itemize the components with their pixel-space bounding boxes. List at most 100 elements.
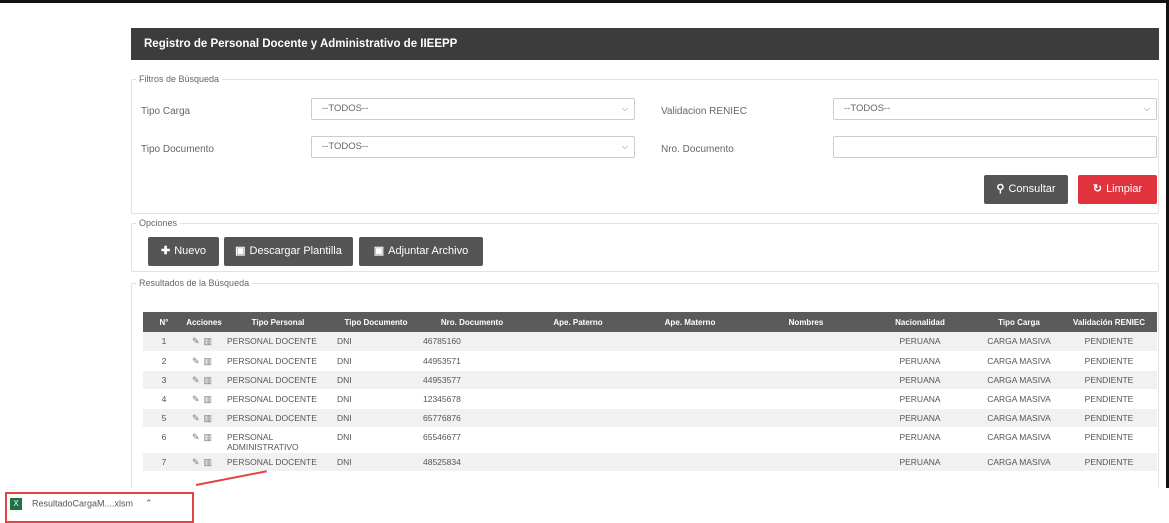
table-cell-paterno bbox=[525, 370, 631, 390]
page-title: Registro de Personal Docente y Administr… bbox=[131, 28, 1159, 60]
actions-cell: ✎▥ bbox=[185, 408, 223, 428]
table-cell-materno bbox=[631, 389, 749, 409]
column-header[interactable]: Nro. Documento bbox=[419, 312, 525, 332]
limpiar-button[interactable]: ↻ Limpiar bbox=[1078, 175, 1157, 204]
trash-icon[interactable]: ▥ bbox=[204, 432, 217, 442]
pencil-icon[interactable]: ✎ bbox=[192, 356, 204, 366]
table-cell-paterno bbox=[525, 452, 631, 472]
pencil-icon[interactable]: ✎ bbox=[192, 457, 204, 467]
column-header[interactable]: Tipo Personal bbox=[223, 312, 333, 332]
main-card: Registro de Personal Docente y Administr… bbox=[131, 28, 1159, 488]
file-icon: ▣ bbox=[373, 245, 385, 257]
tipo-documento-value: --TODOS-- bbox=[322, 141, 369, 152]
table-cell-paterno bbox=[525, 351, 631, 371]
adjuntar-label: Adjuntar Archivo bbox=[388, 245, 469, 257]
limpiar-label: Limpiar bbox=[1106, 183, 1143, 195]
pencil-icon[interactable]: ✎ bbox=[192, 375, 204, 385]
table-cell-tipo-personal: PERSONAL DOCENTE bbox=[223, 408, 333, 428]
column-header[interactable]: Validación RENIEC bbox=[1061, 312, 1157, 332]
nuevo-button[interactable]: ✚ Nuevo bbox=[148, 237, 219, 266]
descargar-plantilla-button[interactable]: ▣ Descargar Plantilla bbox=[224, 237, 353, 266]
tipo-documento-select[interactable]: --TODOS-- ⌵ bbox=[311, 136, 635, 158]
trash-icon[interactable]: ▥ bbox=[204, 413, 217, 423]
column-header[interactable]: Acciones bbox=[185, 312, 223, 332]
column-header[interactable]: Ape. Materno bbox=[631, 312, 749, 332]
results-table: N° Acciones Tipo Personal Tipo Documento… bbox=[143, 312, 1157, 472]
table-cell-n: 2 bbox=[143, 351, 185, 371]
trash-icon[interactable]: ▥ bbox=[204, 356, 217, 366]
actions-cell: ✎▥ bbox=[185, 332, 223, 352]
table-cell-nacionalidad: PERUANA bbox=[863, 408, 977, 428]
column-header[interactable]: Tipo Carga bbox=[977, 312, 1061, 332]
table-cell-nacionalidad: PERUANA bbox=[863, 389, 977, 409]
table-cell-tipo-carga: CARGA MASIVA bbox=[977, 427, 1061, 453]
table-cell-materno bbox=[631, 332, 749, 352]
table-cell-nombres bbox=[749, 370, 863, 390]
table-row: 6 ✎▥ PERSONAL ADMINISTRATIVO DNI 65546677 PER… bbox=[143, 427, 1157, 453]
table-cell-tipo-documento: DNI bbox=[333, 332, 419, 352]
table-cell-tipo-documento: DNI bbox=[333, 389, 419, 409]
trash-icon[interactable]: ▥ bbox=[204, 336, 217, 346]
pencil-icon[interactable]: ✎ bbox=[192, 336, 204, 346]
table-cell-nro: 12345678 bbox=[419, 389, 525, 409]
adjuntar-archivo-button[interactable]: ▣ Adjuntar Archivo bbox=[359, 237, 483, 266]
nuevo-label: Nuevo bbox=[174, 245, 206, 257]
table-cell-nombres bbox=[749, 389, 863, 409]
consultar-label: Consultar bbox=[1008, 183, 1056, 195]
table-cell-validacion: PENDIENTE bbox=[1061, 351, 1157, 371]
column-header[interactable]: Nacionalidad bbox=[863, 312, 977, 332]
table-cell-nacionalidad: PERUANA bbox=[863, 332, 977, 352]
pencil-icon[interactable]: ✎ bbox=[192, 394, 204, 404]
table-row: 7 ✎▥ PERSONAL DOCENTE DNI 48525834 PERUANA CAR… bbox=[143, 452, 1157, 472]
actions-cell: ✎▥ bbox=[185, 427, 223, 453]
column-header[interactable]: Tipo Documento bbox=[333, 312, 419, 332]
table-cell-nro: 65776876 bbox=[419, 408, 525, 428]
descargar-label: Descargar Plantilla bbox=[249, 245, 342, 257]
actions-cell: ✎▥ bbox=[185, 389, 223, 409]
validacion-value: --TODOS-- bbox=[844, 103, 891, 114]
table-cell-paterno bbox=[525, 408, 631, 428]
table-cell-nro: 46785160 bbox=[419, 332, 525, 352]
table-cell-n: 6 bbox=[143, 427, 185, 453]
column-header[interactable]: Ape. Paterno bbox=[525, 312, 631, 332]
table-cell-materno bbox=[631, 427, 749, 453]
table-cell-tipo-documento: DNI bbox=[333, 452, 419, 472]
table-cell-n: 7 bbox=[143, 452, 185, 472]
table-cell-nro: 48525834 bbox=[419, 452, 525, 472]
table-cell-validacion: PENDIENTE bbox=[1061, 389, 1157, 409]
column-header[interactable]: Nombres bbox=[749, 312, 863, 332]
options-legend: Opciones bbox=[139, 218, 178, 228]
trash-icon[interactable]: ▥ bbox=[204, 457, 217, 467]
table-cell-validacion: PENDIENTE bbox=[1061, 427, 1157, 453]
refresh-icon: ↻ bbox=[1092, 183, 1103, 195]
trash-icon[interactable]: ▥ bbox=[204, 375, 217, 385]
table-cell-nacionalidad: PERUANA bbox=[863, 351, 977, 371]
nro-documento-input[interactable] bbox=[833, 136, 1157, 158]
table-cell-materno bbox=[631, 408, 749, 428]
table-cell-tipo-documento: DNI bbox=[333, 427, 419, 453]
chevron-down-icon: ⌵ bbox=[621, 142, 628, 151]
highlight-box bbox=[5, 492, 194, 523]
table-cell-validacion: PENDIENTE bbox=[1061, 370, 1157, 390]
chevron-down-icon: ⌵ bbox=[1143, 104, 1150, 113]
column-header[interactable]: N° bbox=[143, 312, 185, 332]
actions-cell: ✎▥ bbox=[185, 351, 223, 371]
table-cell-validacion: PENDIENTE bbox=[1061, 332, 1157, 352]
table-cell-tipo-documento: DNI bbox=[333, 408, 419, 428]
table-cell-tipo-personal: PERSONAL ADMINISTRATIVO bbox=[223, 427, 333, 453]
pencil-icon[interactable]: ✎ bbox=[192, 432, 204, 442]
validacion-reniec-select[interactable]: --TODOS-- ⌵ bbox=[833, 98, 1157, 120]
tipo-documento-label: Tipo Documento bbox=[141, 144, 214, 155]
table-cell-tipo-carga: CARGA MASIVA bbox=[977, 452, 1061, 472]
tipo-carga-select[interactable]: --TODOS-- ⌵ bbox=[311, 98, 635, 120]
table-cell-nombres bbox=[749, 351, 863, 371]
pencil-icon[interactable]: ✎ bbox=[192, 413, 204, 423]
table-cell-paterno bbox=[525, 332, 631, 352]
validacion-label: Validacion RENIEC bbox=[661, 106, 747, 117]
table-cell-materno bbox=[631, 370, 749, 390]
table-row: 3 ✎▥ PERSONAL DOCENTE DNI 44953577 PERUANA CAR… bbox=[143, 370, 1157, 390]
table-cell-materno bbox=[631, 351, 749, 371]
consultar-button[interactable]: ⚲ Consultar bbox=[984, 175, 1068, 204]
trash-icon[interactable]: ▥ bbox=[204, 394, 217, 404]
chevron-down-icon: ⌵ bbox=[621, 104, 628, 113]
